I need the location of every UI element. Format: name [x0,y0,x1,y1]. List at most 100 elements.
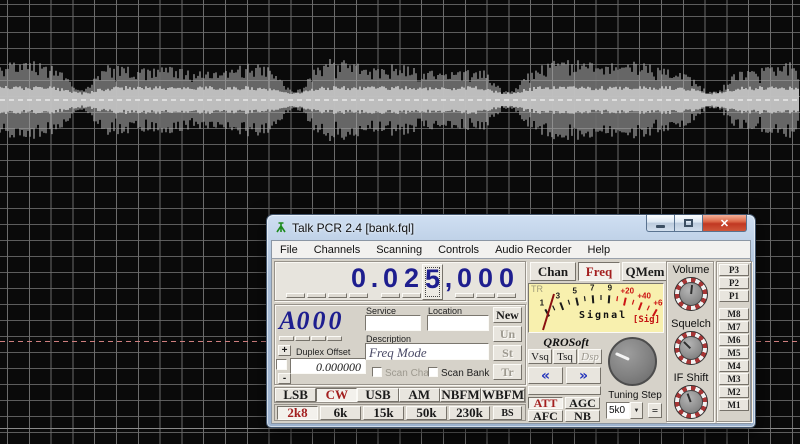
menu-scanning[interactable]: Scanning [368,242,430,258]
memory-panel: A 0 0 0 + Duplex Offset 0.000000 - Servi… [274,304,526,385]
freq-digit-cell[interactable] [306,264,327,300]
title-bar[interactable]: Talk PCR 2.4 [bank.fql] ✕ [271,215,751,240]
service-input[interactable] [365,315,421,331]
digit-underline-button[interactable] [286,293,305,298]
digit-underline-button[interactable] [497,293,516,298]
duplex-offset-field[interactable]: 0.000000 [290,358,366,374]
freq-digit-cell[interactable]: 2 [401,264,422,300]
equals-button[interactable]: = [648,403,662,418]
mode-wbfm[interactable]: WBFM [481,387,525,402]
maximize-button[interactable] [675,215,702,232]
description-input[interactable]: Freq Mode [365,343,489,360]
freq-separator: , [444,263,453,293]
menu-channels[interactable]: Channels [306,242,368,258]
duplex-minus-button[interactable]: - [278,373,291,384]
p3-button[interactable]: P3 [719,264,749,276]
mode-cw[interactable]: CW [316,387,358,402]
m1-button[interactable]: M1 [719,399,749,411]
vsq-button[interactable]: Vsq [528,349,552,364]
digit-underline-button[interactable] [455,293,474,298]
app-icon [276,222,286,233]
minimize-button[interactable] [646,215,675,232]
bank-digit[interactable]: A [279,307,296,335]
m6-button[interactable]: M6 [719,334,749,346]
dsp-button[interactable]: Dsp [578,349,602,364]
m8-button[interactable]: M8 [719,308,749,320]
scan-down-button[interactable]: « [528,367,563,384]
digit-underline-button[interactable] [349,293,368,298]
mode-nbfm[interactable]: NBFM [439,387,482,402]
digit-underline-button[interactable] [381,293,400,298]
filter-15k[interactable]: 15k [363,405,404,420]
tab-chan[interactable]: Chan [530,262,576,281]
m7-button[interactable]: M7 [719,321,749,333]
menu-file[interactable]: File [272,242,306,258]
tab-qmem[interactable]: QMem [622,262,668,281]
p2-button[interactable]: P2 [719,277,749,289]
new-button[interactable]: New [493,307,522,323]
agc-toggle[interactable]: AGC [565,396,600,410]
squelch-knob[interactable] [674,331,708,365]
m2-button[interactable]: M2 [719,386,749,398]
freq-digit-cell[interactable]: 0 [496,264,517,300]
menu-audio-recorder[interactable]: Audio Recorder [487,242,579,258]
mode-lsb[interactable]: LSB [275,387,317,402]
volume-knob[interactable] [674,277,708,311]
freq-digit-cell[interactable]: 0 [380,264,401,300]
freq-digit-cell[interactable]: 0 [475,264,496,300]
digit-underline-button[interactable] [328,293,347,298]
filter-6k[interactable]: 6k [320,405,361,420]
freq-digit-cell-selected[interactable]: 5 [422,264,443,300]
filter-50k[interactable]: 50k [406,405,447,420]
menu-controls[interactable]: Controls [430,242,487,258]
digit-underline-button[interactable] [311,336,326,341]
channel-digit[interactable]: 0 [311,307,327,335]
filter-230k[interactable]: 230k [449,405,490,420]
scan-bank-checkbox[interactable] [428,367,438,377]
un-button[interactable]: Un [493,326,522,342]
tuning-knob[interactable] [608,337,657,386]
att-toggle[interactable]: ATT [528,396,563,410]
menu-help[interactable]: Help [580,242,619,258]
channel-digit[interactable]: 0 [327,307,343,335]
freq-digit-cell[interactable]: 0 [454,264,475,300]
tr-button[interactable]: Tr [493,364,522,380]
freq-digit-cell[interactable] [327,264,348,300]
mode-am[interactable]: AM [398,387,440,402]
tsq-button[interactable]: Tsq [553,349,577,364]
tuning-column: Tuning Step 5k0 ▼ = [606,335,664,423]
squelch-label: Squelch [671,318,711,330]
if-shift-knob[interactable] [674,385,708,419]
duplex-checkbox[interactable] [276,359,287,370]
tuning-step-combo[interactable]: 5k0 ▼ [606,402,643,419]
digit-underline-button[interactable] [295,336,310,341]
bs-button[interactable]: BS [493,406,522,420]
scan-up-button[interactable]: » [566,367,601,384]
afc-toggle[interactable]: AFC [528,409,563,423]
mode-usb[interactable]: USB [357,387,399,402]
close-button[interactable]: ✕ [702,215,747,232]
m3-button[interactable]: M3 [719,373,749,385]
location-input[interactable] [427,315,489,331]
p1-button[interactable]: P1 [719,290,749,302]
meter-signal-label: Signal [579,310,628,321]
filter-2k8[interactable]: 2k8 [277,405,318,420]
nb-toggle[interactable]: NB [565,409,600,423]
st-button[interactable]: St [493,345,522,361]
digit-underline-button[interactable] [327,336,342,341]
scan-progress-button[interactable] [528,386,601,395]
dropdown-arrow-icon[interactable]: ▼ [630,402,643,419]
freq-digit-cell[interactable]: 0 [348,264,369,300]
m5-button[interactable]: M5 [719,347,749,359]
tab-freq[interactable]: Freq [578,262,620,281]
channel-digit[interactable]: 0 [295,307,311,335]
freq-digit-cell[interactable] [285,264,306,300]
duplex-plus-button[interactable]: + [278,345,291,356]
digit-underline-button[interactable] [279,336,294,341]
m4-button[interactable]: M4 [719,360,749,372]
if-shift-label: IF Shift [673,372,709,384]
digit-underline-button[interactable] [476,293,495,298]
digit-underline-button[interactable] [402,293,421,298]
digit-underline-button[interactable] [307,293,326,298]
scan-chan-checkbox[interactable] [372,367,382,377]
